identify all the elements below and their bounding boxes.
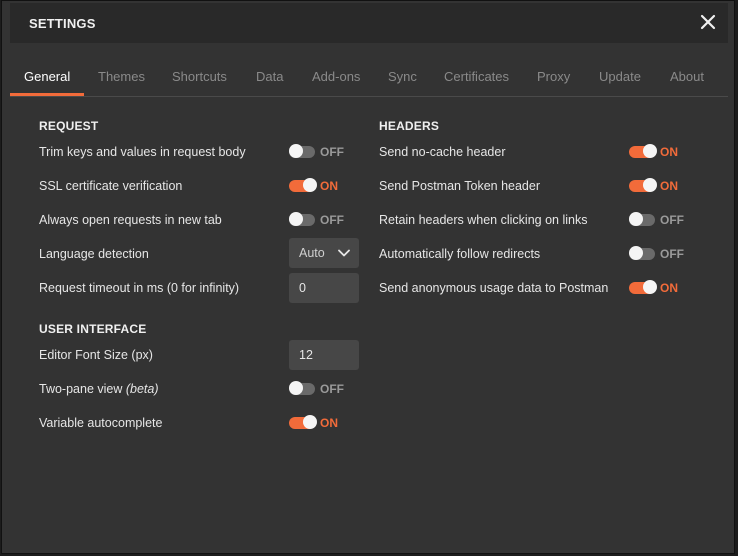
toggle-state: OFF [660, 213, 684, 227]
section-title-headers: HEADERS [379, 119, 440, 133]
tab-update[interactable]: Update [599, 69, 641, 84]
chevron-down-icon [338, 249, 350, 257]
toggle-state: OFF [320, 382, 344, 396]
editor-font-size-input[interactable]: 12 [289, 340, 359, 370]
toggle-state: OFF [660, 247, 684, 261]
language-detection-value: Auto [299, 246, 325, 260]
request-timeout-input[interactable]: 0 [289, 273, 359, 303]
two-pane-view-label: Two-pane view (beta) [39, 382, 159, 396]
two-pane-view-toggle[interactable]: OFF [289, 380, 359, 398]
anonymous-usage-toggle[interactable]: ON [629, 279, 699, 297]
postman-token-label: Send Postman Token header [379, 179, 540, 193]
tab-shortcuts[interactable]: Shortcuts [172, 69, 227, 84]
active-tab-indicator [10, 93, 84, 96]
trim-keys-label: Trim keys and values in request body [39, 145, 246, 159]
ssl-verification-toggle[interactable]: ON [289, 177, 359, 195]
postman-token-toggle[interactable]: ON [629, 177, 699, 195]
toggle-state: ON [660, 145, 678, 159]
close-button[interactable] [696, 10, 720, 34]
tab-sync[interactable]: Sync [388, 69, 417, 84]
modal-header: SETTINGS [10, 3, 728, 43]
trim-keys-toggle[interactable]: OFF [289, 143, 359, 161]
no-cache-label: Send no-cache header [379, 145, 506, 159]
ssl-verification-label: SSL certificate verification [39, 179, 183, 193]
follow-redirects-label: Automatically follow redirects [379, 247, 541, 261]
request-timeout-label: Request timeout in ms (0 for infinity) [39, 281, 240, 295]
anonymous-usage-label: Send anonymous usage data to Postman [379, 281, 609, 295]
tab-about[interactable]: About [670, 69, 704, 84]
modal-title: SETTINGS [29, 16, 96, 31]
variable-autocomplete-label: Variable autocomplete [39, 416, 163, 430]
no-cache-toggle[interactable]: ON [629, 143, 699, 161]
tab-general[interactable]: General [24, 69, 70, 84]
toggle-state: ON [320, 179, 338, 193]
tab-themes[interactable]: Themes [98, 69, 145, 84]
language-detection-label: Language detection [39, 247, 149, 261]
open-new-tab-label: Always open requests in new tab [39, 213, 222, 227]
retain-headers-label: Retain headers when clicking on links [379, 213, 588, 227]
follow-redirects-toggle[interactable]: OFF [629, 245, 699, 263]
settings-modal: SETTINGS General Themes Shortcuts Data A… [1, 0, 735, 554]
beta-tag: (beta) [125, 382, 159, 396]
open-new-tab-toggle[interactable]: OFF [289, 211, 359, 229]
tab-proxy[interactable]: Proxy [537, 69, 570, 84]
toggle-state: ON [660, 179, 678, 193]
settings-tabs: General Themes Shortcuts Data Add-ons Sy… [10, 59, 728, 97]
tab-add-ons[interactable]: Add-ons [312, 69, 360, 84]
language-detection-select[interactable]: Auto [289, 238, 359, 268]
retain-headers-toggle[interactable]: OFF [629, 211, 699, 229]
close-icon [700, 14, 716, 30]
tab-data[interactable]: Data [256, 69, 283, 84]
section-title-user-interface: USER INTERFACE [39, 322, 147, 336]
variable-autocomplete-toggle[interactable]: ON [289, 414, 359, 432]
toggle-state: OFF [320, 145, 344, 159]
section-title-request: REQUEST [39, 119, 99, 133]
tab-certificates[interactable]: Certificates [444, 69, 509, 84]
toggle-state: OFF [320, 213, 344, 227]
toggle-state: ON [660, 281, 678, 295]
toggle-state: ON [320, 416, 338, 430]
editor-font-size-label: Editor Font Size (px) [39, 348, 153, 362]
